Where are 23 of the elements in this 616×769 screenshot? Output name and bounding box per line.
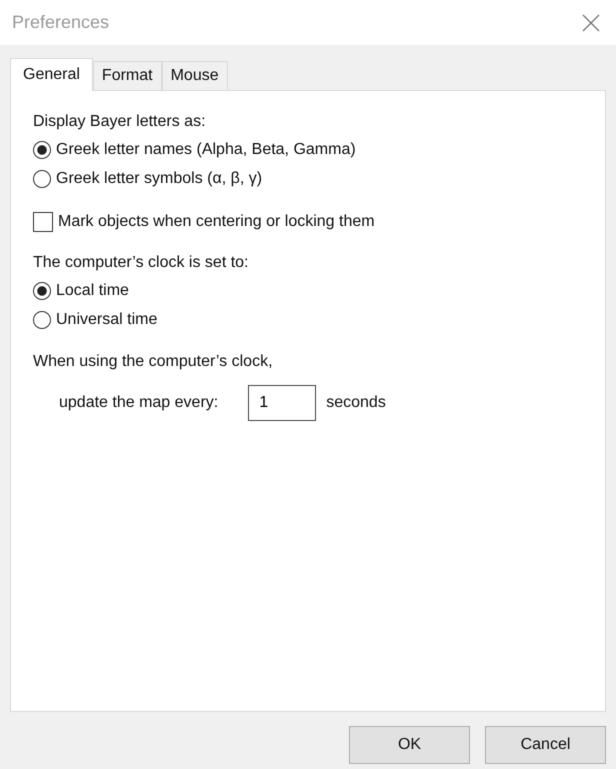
section-label: When using the computer’s clock, bbox=[33, 353, 273, 371]
checkbox[interactable] bbox=[33, 212, 53, 232]
section-label: Display Bayer letters as: bbox=[33, 113, 206, 131]
radio-button[interactable] bbox=[33, 170, 51, 188]
option-label: Greek letter symbols (α, β, γ) bbox=[56, 170, 262, 188]
tab[interactable]: Mouse bbox=[162, 61, 228, 90]
input-field[interactable]: 1 bbox=[248, 385, 316, 421]
ok-button[interactable]: OK bbox=[349, 726, 470, 764]
option-label: Universal time bbox=[56, 311, 158, 329]
tab[interactable]: Format bbox=[92, 61, 162, 90]
checkbox-label: Mark objects when centering or locking them bbox=[58, 213, 375, 231]
radio-button[interactable] bbox=[33, 311, 51, 329]
cancel-button[interactable]: Cancel bbox=[485, 726, 606, 764]
close-icon[interactable] bbox=[582, 14, 600, 32]
unit-label: seconds bbox=[326, 394, 386, 412]
radio-button[interactable] bbox=[33, 141, 51, 159]
field-label: update the map every: bbox=[59, 394, 218, 412]
section-label: The computer’s clock is set to: bbox=[33, 254, 248, 272]
option-label: Greek letter names (Alpha, Beta, Gamma) bbox=[56, 141, 356, 159]
window-title: Preferences bbox=[12, 12, 110, 33]
tab[interactable]: General bbox=[10, 58, 93, 91]
radio-button[interactable] bbox=[33, 282, 51, 300]
option-label: Local time bbox=[56, 282, 129, 300]
